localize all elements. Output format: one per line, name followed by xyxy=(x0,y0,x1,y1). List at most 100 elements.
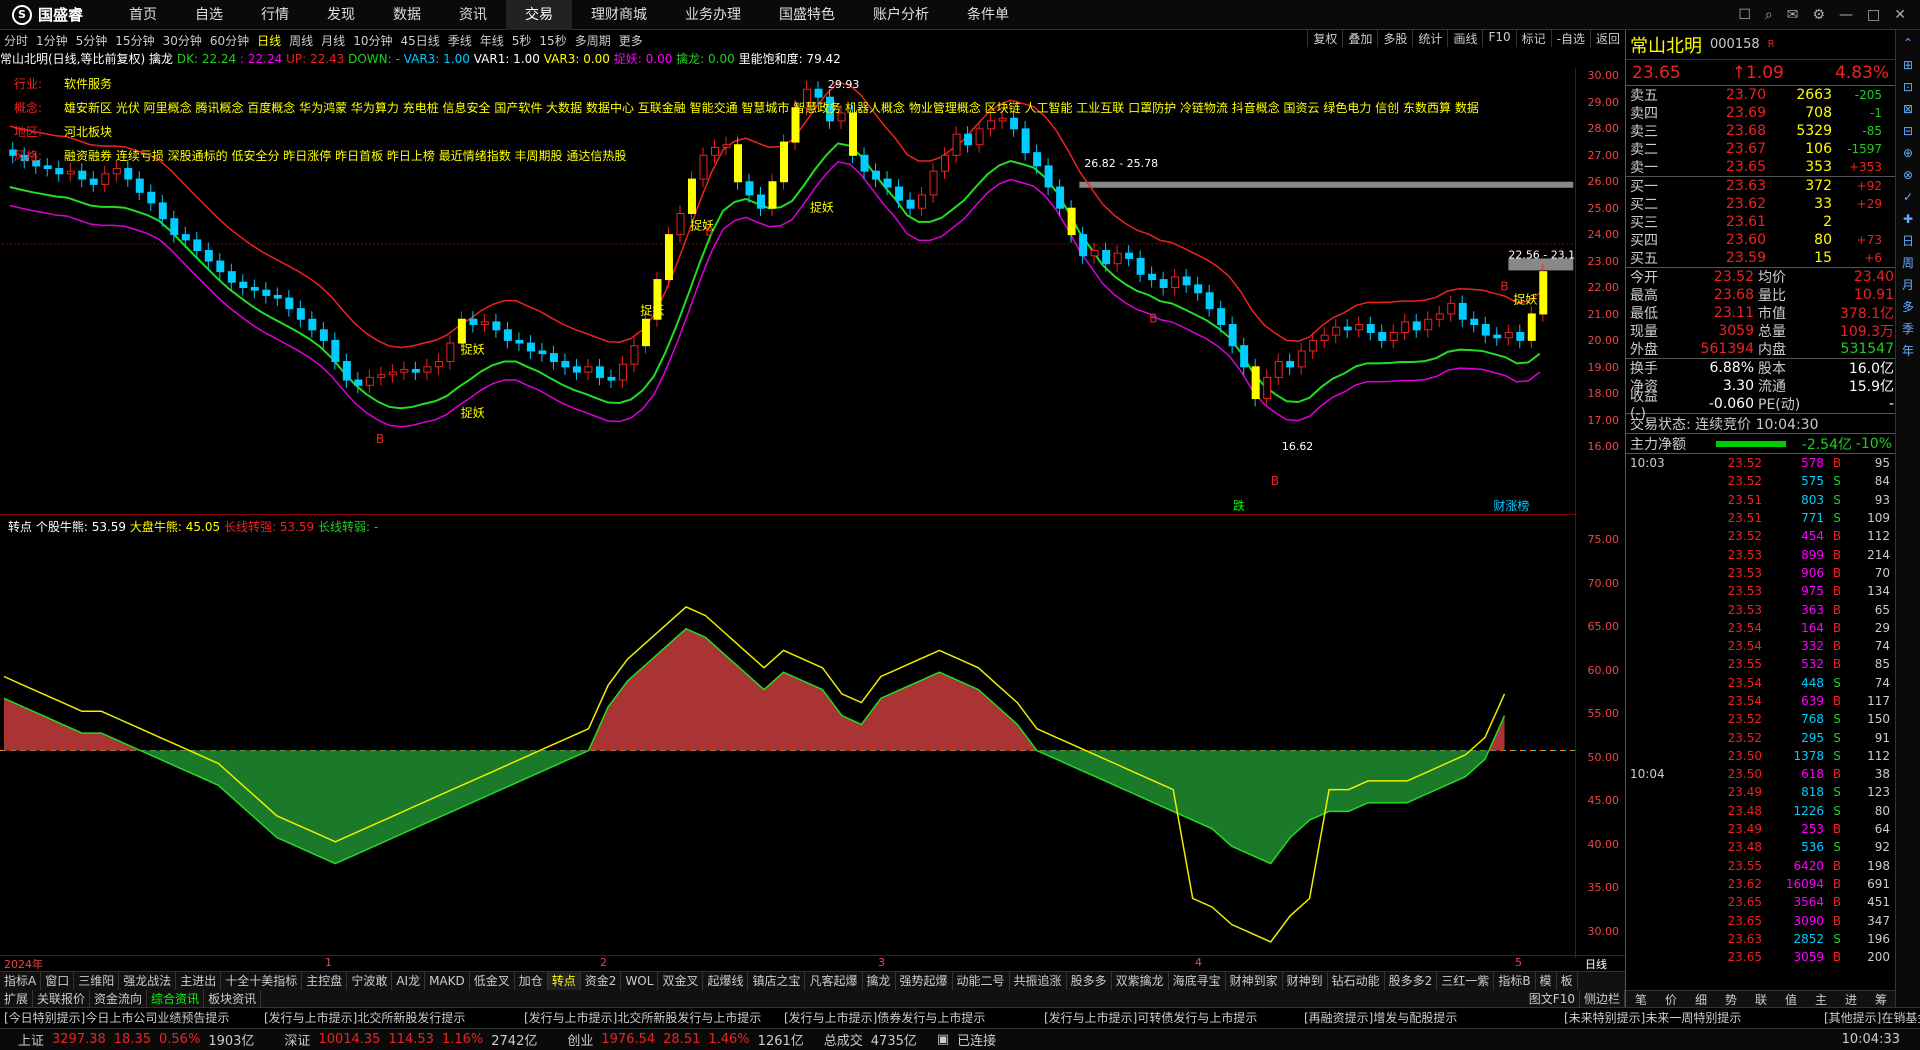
indicator-tab[interactable]: 动能二号 xyxy=(953,972,1010,990)
chart-tool-button[interactable]: 返回 xyxy=(1589,30,1625,47)
menu-item[interactable]: 发现 xyxy=(308,0,374,30)
sidebar-icon[interactable]: ✚ xyxy=(1898,210,1918,228)
sidebar-period[interactable]: 年 xyxy=(1898,342,1918,360)
indicator-tab[interactable]: 模 xyxy=(1536,972,1557,990)
chart-tool-button[interactable]: F10 xyxy=(1482,30,1515,47)
menu-item[interactable]: 条件单 xyxy=(948,0,1028,30)
indicator-tab[interactable]: 镇店之宝 xyxy=(748,972,806,990)
period-tab[interactable]: 季线 xyxy=(444,32,476,49)
sidebar-period[interactable]: 月 xyxy=(1898,276,1918,294)
quote-tab[interactable]: 进 xyxy=(1836,991,1866,1007)
menu-item[interactable]: 账户分析 xyxy=(854,0,948,30)
quote-tab[interactable]: 势 xyxy=(1716,991,1746,1007)
quote-tab[interactable]: 值 xyxy=(1776,991,1806,1007)
bottom-tab[interactable]: 板块资讯 xyxy=(204,990,262,1007)
bottom-tab[interactable]: 综合资讯 xyxy=(147,990,205,1007)
indicator-tab[interactable]: MAKD xyxy=(425,972,470,990)
indicator-tab[interactable]: 双金叉 xyxy=(658,972,704,990)
menu-item[interactable]: 业务办理 xyxy=(666,0,760,30)
period-tab[interactable]: 年线 xyxy=(476,32,508,49)
period-tab[interactable]: 更多 xyxy=(615,32,647,49)
indicator-tab[interactable]: 强势起爆 xyxy=(896,972,953,990)
indicator-tab[interactable]: 指标A xyxy=(0,972,42,990)
quote-tab[interactable]: 联 xyxy=(1746,991,1776,1007)
period-tab[interactable]: 分时 xyxy=(0,32,32,49)
sidebar-icon[interactable]: ⊗ xyxy=(1898,166,1918,184)
period-tab[interactable]: 45日线 xyxy=(396,32,443,49)
menu-item[interactable]: 资讯 xyxy=(440,0,506,30)
chart-tool-button[interactable]: 统计 xyxy=(1412,30,1447,47)
indicator-tab[interactable]: 双紫擒龙 xyxy=(1112,972,1169,990)
ticker-item[interactable]: [未来特别提示]未来一周特别提示 xyxy=(1560,1008,1820,1028)
indicator-tab[interactable]: 窗口 xyxy=(41,972,75,990)
sidebar-period[interactable]: 周 xyxy=(1898,254,1918,272)
bottom-tab[interactable]: 扩展 xyxy=(0,990,34,1007)
indicator-tab[interactable]: 资金2 xyxy=(581,972,622,990)
indicator-tab[interactable]: 三红一紫 xyxy=(1437,972,1495,990)
period-tab[interactable]: 15分钟 xyxy=(111,32,158,49)
menu-item[interactable]: 理财商城 xyxy=(572,0,666,30)
minimize-icon[interactable]: — xyxy=(1839,7,1853,23)
menu-item[interactable]: 数据 xyxy=(374,0,440,30)
indicator-tab[interactable]: AI龙 xyxy=(392,972,426,990)
sidebar-icon[interactable]: ✓ xyxy=(1898,188,1918,206)
period-tab[interactable]: 15秒 xyxy=(535,32,570,49)
indicator-tab[interactable]: 钻石动能 xyxy=(1328,972,1385,990)
sidebar-icon[interactable]: ⊟ xyxy=(1898,122,1918,140)
indicator-tab[interactable]: 指标B xyxy=(1494,972,1536,990)
ticker-item[interactable]: [发行与上市提示]债券发行与上市提示 xyxy=(780,1008,1040,1028)
period-tab[interactable]: 月线 xyxy=(317,32,349,49)
settings-icon[interactable]: ⚙ xyxy=(1812,7,1825,23)
indicator-tab[interactable]: 股多多2 xyxy=(1385,972,1438,990)
menu-item[interactable]: 行情 xyxy=(242,0,308,30)
bottom-right-tab[interactable]: 侧边栏 xyxy=(1580,990,1625,1007)
mail-icon[interactable]: ✉ xyxy=(1787,7,1799,23)
sidebar-icon[interactable]: ⊡ xyxy=(1898,78,1918,96)
sidebar-period[interactable]: 多 xyxy=(1898,298,1918,316)
chart-tool-button[interactable]: -自选 xyxy=(1550,30,1590,47)
quote-tab[interactable]: 主 xyxy=(1806,991,1836,1007)
maximize-icon[interactable]: □ xyxy=(1867,7,1880,23)
indicator-tab[interactable]: 海底寻宝 xyxy=(1169,972,1226,990)
indicator-tab[interactable]: 低金叉 xyxy=(470,972,515,990)
period-tab[interactable]: 5分钟 xyxy=(72,32,112,49)
ticker-item[interactable]: [今日特别提示]今日上市公司业绩预告提示 xyxy=(0,1008,260,1028)
bottom-tab[interactable]: 资金流向 xyxy=(90,990,148,1007)
menu-item[interactable]: 国盛特色 xyxy=(760,0,854,30)
sidebar-icon[interactable]: ⊕ xyxy=(1898,144,1918,162)
period-tab[interactable]: 周线 xyxy=(285,32,317,49)
period-tab[interactable]: 30分钟 xyxy=(159,32,206,49)
menu-item[interactable]: 自选 xyxy=(176,0,242,30)
chart-tool-button[interactable]: 画线 xyxy=(1447,30,1482,47)
indicator-chart[interactable] xyxy=(0,515,1575,955)
chart-tool-button[interactable]: 复权 xyxy=(1307,30,1342,47)
ticker-item[interactable]: [发行与上市提示]可转债发行与上市提示 xyxy=(1040,1008,1300,1028)
search-icon[interactable]: ⌕ xyxy=(1765,7,1773,23)
period-tab[interactable]: 1分钟 xyxy=(32,32,72,49)
sidebar-period[interactable]: 季 xyxy=(1898,320,1918,338)
indicator-tab[interactable]: 三维阳 xyxy=(74,972,120,990)
period-tab[interactable]: 多周期 xyxy=(571,32,615,49)
indicator-tab[interactable]: 股多多 xyxy=(1067,972,1112,990)
period-tab[interactable]: 60分钟 xyxy=(206,32,253,49)
bottom-right-tab[interactable]: 图文F10 xyxy=(1525,990,1580,1007)
indicator-tab[interactable]: 共振追涨 xyxy=(1010,972,1067,990)
ticker-item[interactable]: [再融资提示]增发与配股提示 xyxy=(1300,1008,1560,1028)
menu-item[interactable]: 首页 xyxy=(110,0,176,30)
indicator-tab[interactable]: 主控盘 xyxy=(302,972,348,990)
chat-icon[interactable]: ☐ xyxy=(1738,7,1751,23)
sidebar-icon[interactable]: ⌃ xyxy=(1898,34,1918,52)
indicator-tab[interactable]: 宁波敢 xyxy=(347,972,393,990)
chart-tool-button[interactable]: 标记 xyxy=(1515,30,1551,47)
indicator-tab[interactable]: 十全十美指标 xyxy=(221,972,303,990)
quote-tab[interactable]: 细 xyxy=(1686,991,1716,1007)
indicator-tab[interactable]: 板 xyxy=(1557,972,1578,990)
ticker-item[interactable]: [发行与上市提示]北交所新股发行与上市提示 xyxy=(520,1008,780,1028)
sidebar-icon[interactable]: ⊠ xyxy=(1898,100,1918,118)
ticker-item[interactable]: [其他提示]在销基金简况一览表 xyxy=(1820,1008,1920,1028)
menu-item[interactable]: 交易 xyxy=(506,0,572,30)
indicator-tab[interactable]: 转点 xyxy=(547,972,581,990)
indicator-tab[interactable]: 加仓 xyxy=(515,972,548,990)
quote-tab[interactable]: 笔 xyxy=(1626,991,1656,1007)
sidebar-icon[interactable]: ⊞ xyxy=(1898,56,1918,74)
